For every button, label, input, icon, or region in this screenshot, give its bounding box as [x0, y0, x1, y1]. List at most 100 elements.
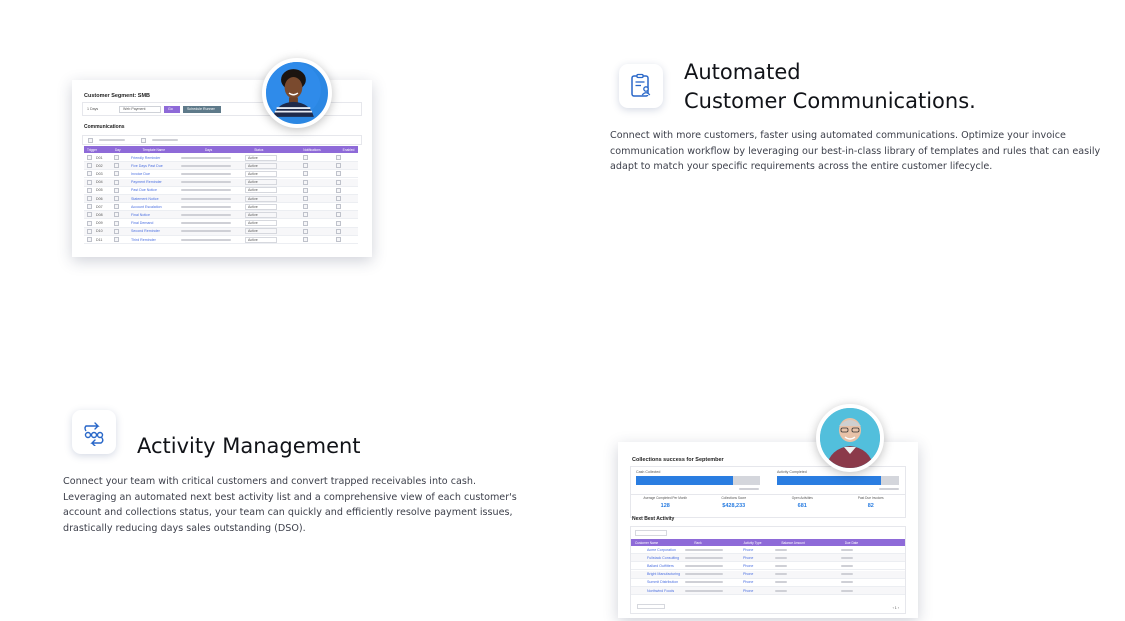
row-days-line [181, 156, 231, 159]
row-rank-line [685, 556, 723, 559]
row-status: Active [245, 220, 277, 227]
table-header-cell: Trigger [87, 147, 97, 152]
row-days-line [181, 181, 231, 184]
communications-title-line1: Automated [684, 60, 801, 84]
row-balance-line [775, 589, 787, 592]
mock-kpi-panel: Cash Collected Activity Completed Averag… [630, 466, 906, 518]
mock-pagination: ‹ 1 › [892, 606, 899, 610]
row-status: Active [245, 154, 277, 161]
kpi-stat-label: Average Completed Per Month [643, 496, 688, 500]
row-enabled-checkbox [336, 220, 341, 226]
table-row: D11 Third Reminder Active [84, 236, 358, 244]
row-day: D01 [96, 155, 103, 160]
table-header-cell: Template Name [142, 147, 165, 152]
row-status: Active [245, 236, 277, 243]
table-row: Bright Manufacturing Phone [631, 570, 905, 579]
kpi-stat: Open Activities 681 [768, 496, 837, 509]
row-rank-line [685, 564, 723, 567]
mock-card1-label: Cash Collected [636, 470, 661, 474]
row-template-name: Final Demand [131, 221, 154, 226]
row-template-name: Invoice Due [131, 171, 150, 176]
table-header-cell: Notifications [303, 147, 321, 152]
row-due-line [841, 573, 853, 576]
row-customer: Summit Distribution [647, 580, 679, 585]
row-status: Active [245, 228, 277, 235]
clipboard-user-glyph [631, 73, 651, 97]
table-row: D01 Friendly Reminder Active [84, 154, 358, 162]
row-status: Active [245, 162, 277, 169]
activity-description-line: account and collections status, your tea… [63, 507, 513, 519]
person-illustration [820, 408, 880, 468]
row-days-line [181, 238, 231, 241]
kpi-stat-label: Collections Score [721, 496, 747, 500]
row-template-name: Final Notice [131, 212, 150, 217]
row-toggle [114, 187, 119, 193]
kpi-stat-value: 681 [797, 503, 807, 509]
row-balance-line [775, 556, 787, 559]
row-notify-checkbox [303, 237, 308, 242]
mock-go-button: Go [164, 105, 180, 113]
avatar-older-man [816, 404, 884, 472]
kpi-stat: Collections Score $428,233 [700, 496, 769, 509]
row-checkbox [87, 196, 92, 201]
mock-nba-label: Next Best Activity [632, 516, 675, 522]
kpi-stat-label: Open Activities [791, 496, 813, 500]
row-template-name: Past Due Notice [131, 188, 157, 193]
row-template-name: Third Reminder [131, 237, 156, 242]
activity-description-line: Connect your team with critical customer… [63, 476, 476, 487]
row-notify-checkbox [303, 187, 308, 193]
mock-card1-track [636, 476, 760, 485]
row-enabled-checkbox [336, 187, 341, 193]
communications-description-line: adapt to match your specific requirement… [610, 161, 993, 173]
row-enabled-checkbox [336, 204, 341, 210]
row-notify-checkbox [303, 212, 308, 218]
communications-title: Automated Customer Communications. [684, 58, 976, 116]
row-days-line [181, 164, 231, 167]
mock-card1-subline [739, 488, 759, 490]
row-status: Active [245, 179, 277, 186]
table-row: D03 Invoice Due Active [84, 170, 358, 179]
row-days-line [181, 222, 231, 225]
row-balance-line [775, 581, 787, 584]
row-notify-checkbox [303, 171, 308, 177]
row-day: D08 [96, 212, 103, 217]
row-day: D02 [96, 163, 103, 168]
row-checkbox [87, 163, 92, 169]
avatar-young-man [262, 58, 332, 128]
row-rank-line [685, 548, 723, 551]
row-day: D03 [96, 171, 103, 176]
row-notify-checkbox [303, 179, 308, 185]
row-days-line [181, 197, 231, 200]
mock-kpi-divider [631, 494, 905, 495]
table-row: Ballard Outfitters Phone [631, 562, 905, 571]
row-checkbox [87, 171, 92, 177]
kpi-stat-label: Past Due Invoices [857, 496, 884, 500]
communications-description-line: Connect with more customers, faster usin… [610, 130, 1066, 141]
row-day: D05 [96, 188, 103, 193]
table-row: D05 Past Due Notice Active [84, 187, 358, 195]
activity-title: Activity Management [137, 434, 361, 458]
row-checkbox [87, 187, 92, 193]
communications-description-line: communication workflow by leveraging our… [610, 145, 1101, 157]
row-balance-line [775, 548, 787, 551]
kpi-stat: Average Completed Per Month 128 [631, 496, 700, 509]
row-toggle [114, 212, 119, 218]
workflow-arrows-glyph [84, 422, 104, 446]
row-template-name: Friendly Reminder [131, 155, 161, 160]
row-customer: Acme Corporation [647, 547, 676, 552]
row-rank-line [685, 581, 723, 584]
mock-toolbar-check [141, 137, 146, 143]
row-customer: Ballard Outfitters [647, 563, 674, 568]
workflow-arrows-icon [72, 410, 116, 454]
row-status: Active [245, 195, 277, 202]
row-balance-line [775, 564, 787, 567]
table-row: D07 Account Escalation Active [84, 203, 358, 212]
row-toggle [114, 171, 119, 177]
row-due-line [841, 589, 853, 592]
table-header-cell: Activity Type [743, 540, 762, 545]
mock-toolbar-check [88, 137, 93, 143]
communications-title-line2: Customer Communications. [684, 89, 976, 113]
mock-toolbar-line [99, 139, 125, 141]
row-enabled-checkbox [336, 171, 341, 177]
row-checkbox [87, 220, 92, 226]
